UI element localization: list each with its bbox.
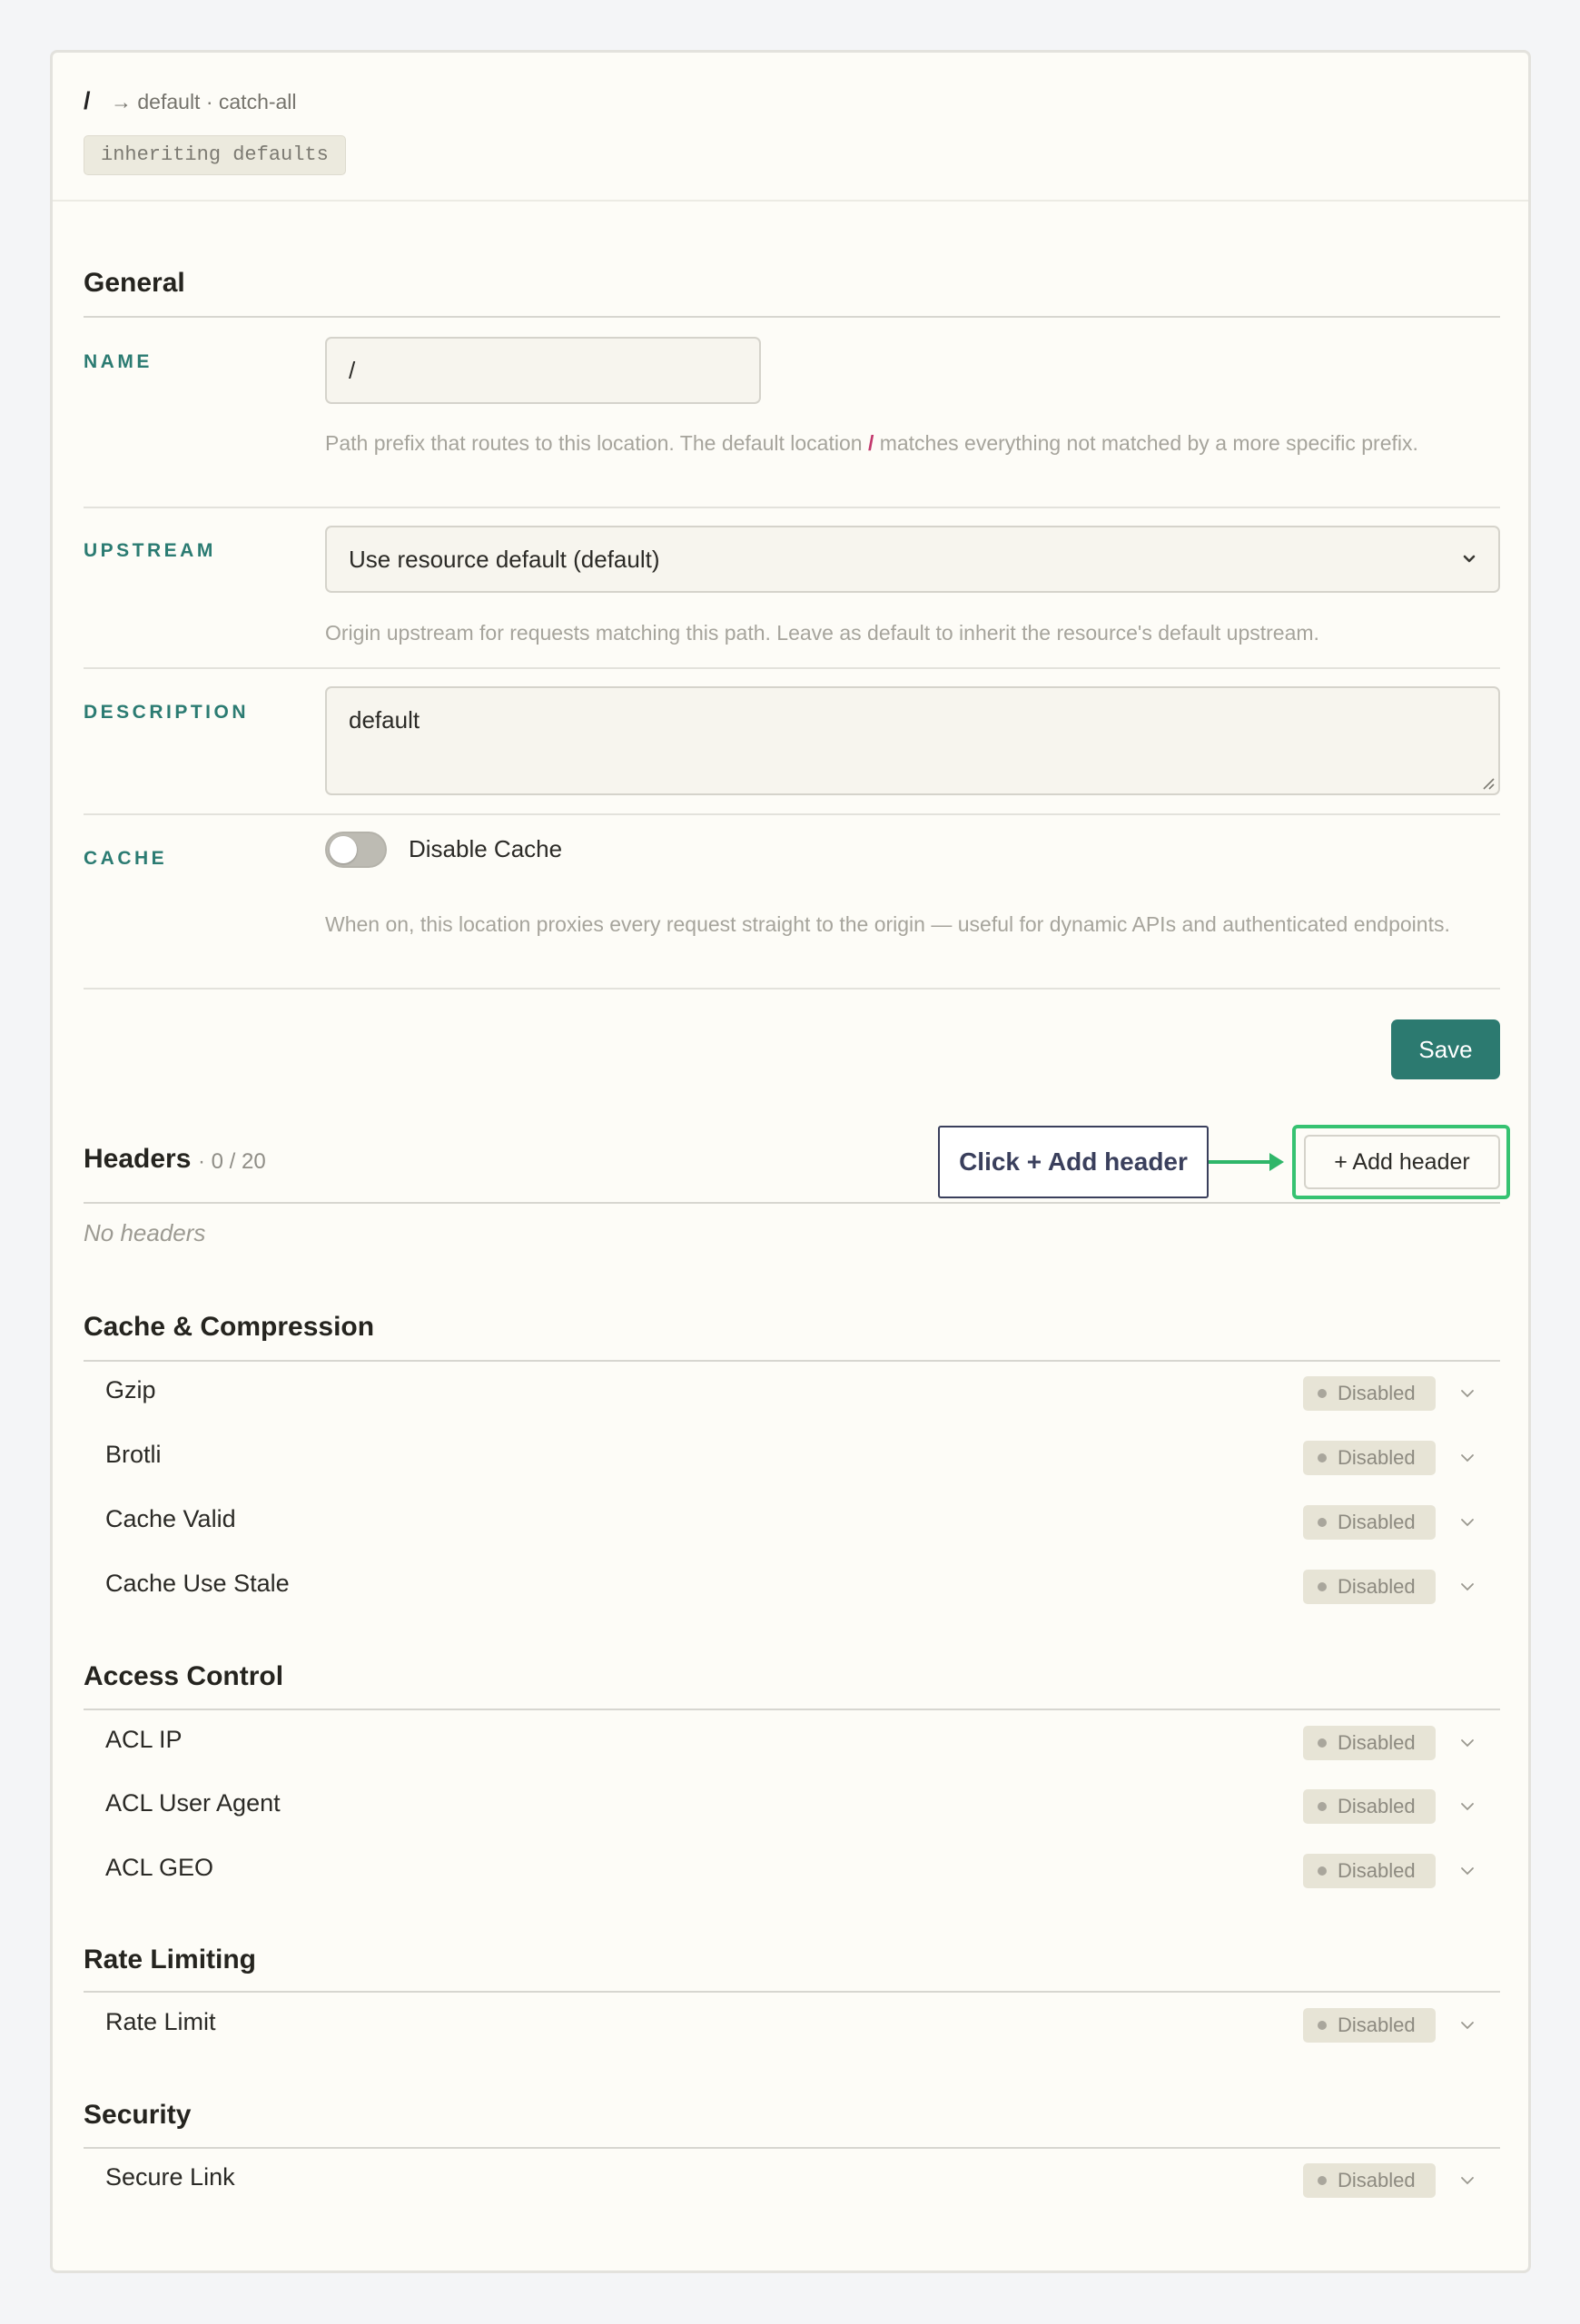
module-brotli[interactable]: Brotli xyxy=(105,1441,162,1469)
general-rule xyxy=(84,316,1500,318)
status-badge: Disabled xyxy=(1303,1570,1436,1604)
status-badge: Disabled xyxy=(1303,1854,1436,1888)
chevron-down-icon[interactable] xyxy=(1457,2014,1478,2036)
section-rule xyxy=(84,1991,1500,1993)
row-divider xyxy=(84,988,1500,990)
module-secure-link[interactable]: Secure Link xyxy=(105,2163,235,2191)
arrow-head-icon xyxy=(1269,1153,1284,1171)
status-badge-label: Disabled xyxy=(1338,1446,1416,1469)
row-divider xyxy=(84,507,1500,508)
description-textarea[interactable]: default xyxy=(325,686,1500,795)
headers-title: Headers xyxy=(84,1144,192,1174)
save-button[interactable]: Save xyxy=(1391,1019,1500,1079)
chevron-down-icon[interactable] xyxy=(1457,1732,1478,1754)
dot-icon xyxy=(1318,1582,1327,1591)
add-header-button[interactable]: + Add header xyxy=(1304,1135,1500,1189)
cache-label: CACHE xyxy=(84,848,168,869)
chevron-down-icon[interactable] xyxy=(1457,1383,1478,1404)
section-title-cache-compression: Cache & Compression xyxy=(84,1312,375,1342)
dot-icon xyxy=(1318,2021,1327,2030)
name-help-text-end: matches everything not matched by a more… xyxy=(874,431,1418,455)
status-badge: Disabled xyxy=(1303,1789,1436,1824)
status-badge-label: Disabled xyxy=(1338,1511,1416,1533)
status-badge-label: Disabled xyxy=(1338,1859,1416,1882)
upstream-select[interactable]: Use resource default (default) xyxy=(325,526,1500,593)
header-divider xyxy=(53,200,1528,202)
status-badge-label: Disabled xyxy=(1338,1795,1416,1817)
module-acl-geo[interactable]: ACL GEO xyxy=(105,1854,213,1882)
module-acl-user-agent[interactable]: ACL User Agent xyxy=(105,1789,281,1817)
status-badge: Disabled xyxy=(1303,1505,1436,1540)
status-badge-label: Disabled xyxy=(1338,1382,1416,1404)
chevron-down-icon[interactable] xyxy=(1457,1576,1478,1598)
name-input-value: / xyxy=(349,357,356,384)
chevron-down-icon[interactable] xyxy=(1457,2170,1478,2191)
name-label: NAME xyxy=(84,351,153,372)
dot-icon xyxy=(1318,1738,1327,1748)
module-cache-use-stale[interactable]: Cache Use Stale xyxy=(105,1570,290,1598)
module-cache-valid[interactable]: Cache Valid xyxy=(105,1505,236,1533)
toggle-knob xyxy=(330,836,357,863)
dot-icon xyxy=(1318,1866,1327,1876)
name-input[interactable]: / xyxy=(325,337,761,404)
chevron-down-icon[interactable] xyxy=(1457,1512,1478,1533)
status-badge: Disabled xyxy=(1303,1376,1436,1411)
module-rate-limit[interactable]: Rate Limit xyxy=(105,2008,216,2036)
upstream-label: UPSTREAM xyxy=(84,540,216,561)
chevron-down-icon[interactable] xyxy=(1457,1860,1478,1882)
row-divider xyxy=(84,667,1500,669)
name-help: Path prefix that routes to this location… xyxy=(325,428,1496,458)
dot-icon xyxy=(1318,1518,1327,1527)
status-badge: Disabled xyxy=(1303,1441,1436,1475)
description-value: default xyxy=(349,706,420,734)
status-badge: Disabled xyxy=(1303,2163,1436,2198)
no-headers-text: No headers xyxy=(84,1219,206,1246)
description-label: DESCRIPTION xyxy=(84,702,250,723)
status-badge-label: Disabled xyxy=(1338,2169,1416,2191)
chevron-down-icon[interactable] xyxy=(1457,1796,1478,1817)
headers-rule xyxy=(84,1202,1500,1204)
location-path: / xyxy=(84,87,91,114)
row-divider xyxy=(84,813,1500,815)
dot-icon xyxy=(1318,1453,1327,1462)
section-title-access-control: Access Control xyxy=(84,1661,284,1691)
section-rule xyxy=(84,2147,1500,2149)
section-rule xyxy=(84,1709,1500,1710)
dot-icon xyxy=(1318,1389,1327,1398)
headers-count: · 0 / 20 xyxy=(198,1149,266,1174)
chevron-down-icon xyxy=(1463,555,1476,563)
section-rule xyxy=(84,1360,1500,1362)
inheriting-defaults-chip: inheriting defaults xyxy=(84,135,346,175)
resize-handle-icon[interactable] xyxy=(1479,774,1496,791)
location-card: / → default · catch-all inheriting defau… xyxy=(50,50,1531,2273)
module-acl-ip[interactable]: ACL IP xyxy=(105,1726,183,1754)
instruction-callout: Click + Add header xyxy=(938,1126,1209,1198)
status-badge-label: Disabled xyxy=(1338,1731,1416,1754)
disable-cache-toggle[interactable] xyxy=(325,832,387,868)
section-title-security: Security xyxy=(84,2100,192,2130)
chevron-down-icon[interactable] xyxy=(1457,1447,1478,1469)
disable-cache-label: Disable Cache xyxy=(409,835,563,862)
module-gzip[interactable]: Gzip xyxy=(105,1376,156,1404)
location-target: → default · catch-all xyxy=(111,90,297,113)
section-title-rate-limiting: Rate Limiting xyxy=(84,1945,257,1974)
status-badge-label: Disabled xyxy=(1338,2014,1416,2036)
upstream-help: Origin upstream for requests matching th… xyxy=(325,621,1319,645)
dot-icon xyxy=(1318,1802,1327,1811)
status-badge-label: Disabled xyxy=(1338,1575,1416,1598)
dot-icon xyxy=(1318,2176,1327,2185)
cache-help: When on, this location proxies every req… xyxy=(325,912,1450,936)
status-badge: Disabled xyxy=(1303,1726,1436,1760)
callout-arrow xyxy=(1209,1160,1274,1164)
name-help-text: Path prefix that routes to this location… xyxy=(325,431,868,455)
status-badge: Disabled xyxy=(1303,2008,1436,2043)
upstream-select-value: Use resource default (default) xyxy=(349,546,660,573)
general-title: General xyxy=(84,268,185,298)
